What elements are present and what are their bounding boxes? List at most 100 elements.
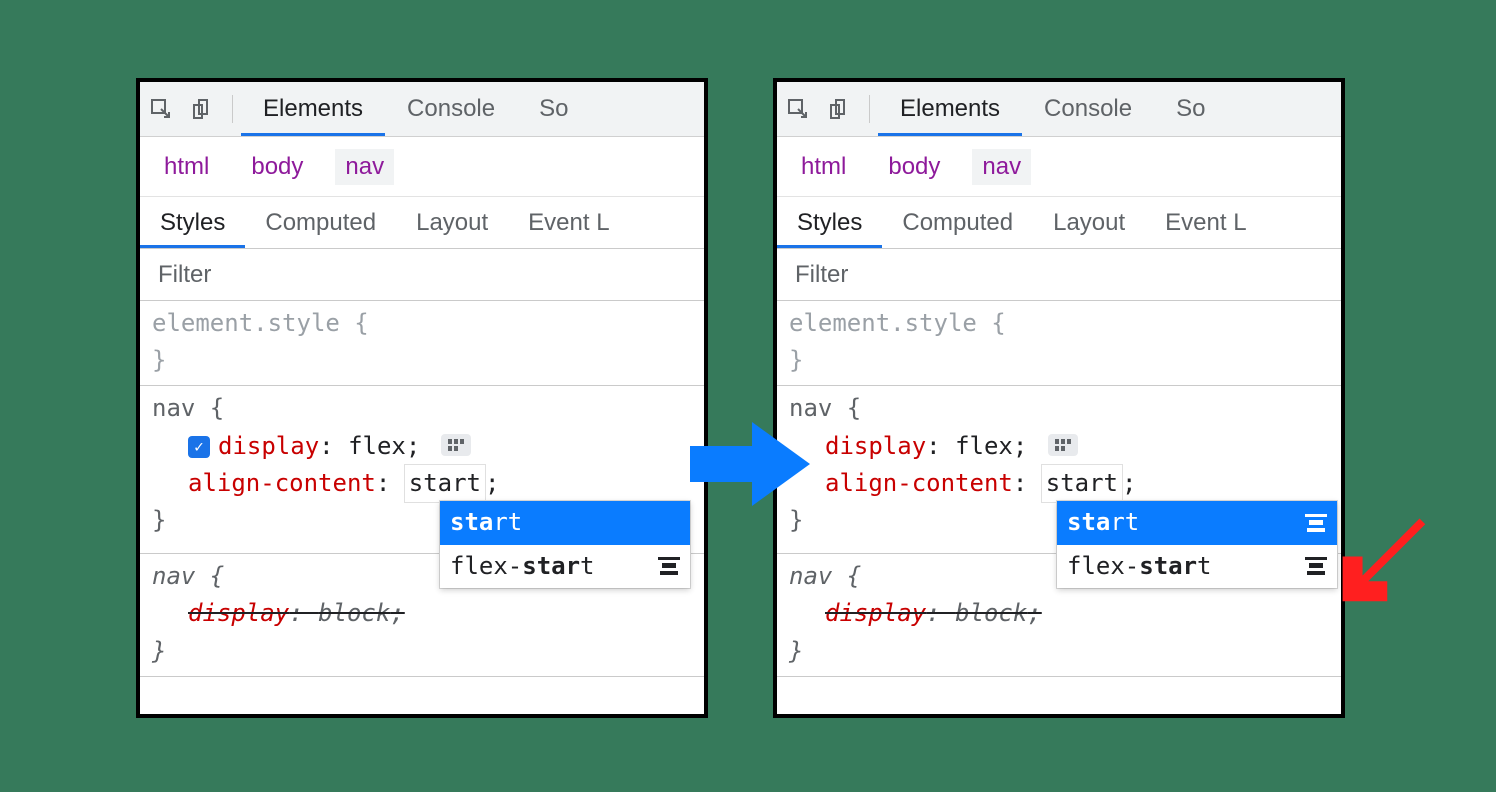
property-name: align-content [188, 469, 376, 497]
rule-nav[interactable]: nav { ✓display: flex; align-content: sta… [140, 386, 704, 554]
property-value: block [318, 599, 390, 627]
tab-label: Console [1044, 95, 1132, 123]
rule-close: } [152, 633, 692, 670]
declaration-display[interactable]: display: flex; [789, 428, 1329, 465]
styles-subtabs: Styles Computed Layout Event L [140, 197, 704, 249]
breadcrumb-item-body[interactable]: body [241, 149, 313, 185]
rule-element-style[interactable]: element.style { } [777, 301, 1341, 386]
declaration-align-content[interactable]: align-content: start; [789, 465, 1329, 502]
subtab-event-listeners[interactable]: Event L [1145, 197, 1266, 248]
autocomplete-option-flex-start[interactable]: flex-start [1057, 545, 1337, 588]
declaration-display-overridden: display: block; [152, 595, 692, 632]
option-text: flex-start [450, 548, 595, 585]
selector-text: nav { [152, 390, 692, 427]
property-value: flex [955, 432, 1013, 460]
transition-arrow-icon [690, 418, 810, 510]
property-value: flex [348, 432, 406, 460]
rule-close: } [789, 342, 1329, 379]
tab-console[interactable]: Console [385, 82, 517, 136]
device-toggle-icon[interactable] [819, 97, 861, 121]
flex-editor-icon[interactable] [441, 434, 471, 456]
filter-placeholder: Filter [795, 261, 848, 289]
devtools-toolbar: Elements Console So [140, 82, 704, 137]
tab-label: Console [407, 95, 495, 123]
autocomplete-option-flex-start[interactable]: flex-start [440, 545, 690, 588]
inspect-element-icon[interactable] [777, 97, 819, 121]
tab-elements[interactable]: Elements [241, 82, 385, 136]
rule-nav[interactable]: nav { display: flex; align-content: star… [777, 386, 1341, 554]
toolbar-divider [232, 95, 233, 123]
styles-subtabs: Styles Computed Layout Event L [777, 197, 1341, 249]
property-name: display [825, 432, 926, 460]
inspect-element-icon[interactable] [140, 97, 182, 121]
breadcrumb: html body nav [140, 137, 704, 197]
subtab-label: Event L [528, 209, 609, 237]
subtab-label: Event L [1165, 209, 1246, 237]
option-text: flex-start [1067, 548, 1212, 585]
tab-elements[interactable]: Elements [878, 82, 1022, 136]
callout-arrow-icon [1335, 510, 1430, 605]
autocomplete-dropdown: start flex-start [440, 501, 690, 587]
subtab-label: Computed [902, 209, 1013, 237]
flex-editor-icon[interactable] [1048, 434, 1078, 456]
align-start-icon [658, 557, 680, 575]
tab-label: So [1176, 95, 1205, 123]
subtab-label: Layout [416, 209, 488, 237]
selector-text: element.style { [789, 305, 1329, 342]
align-start-icon [1305, 557, 1327, 575]
option-text: start [1067, 504, 1139, 541]
declaration-display[interactable]: ✓display: flex; [152, 428, 692, 465]
devtools-toolbar: Elements Console So [777, 82, 1341, 137]
rule-close: } [789, 633, 1329, 670]
filter-input[interactable]: Filter [777, 249, 1341, 301]
toolbar-divider [869, 95, 870, 123]
autocomplete-dropdown: start flex-start [1057, 501, 1337, 587]
subtab-label: Computed [265, 209, 376, 237]
property-value-editing[interactable]: start [405, 465, 485, 502]
property-name: align-content [825, 469, 1013, 497]
declaration-display-overridden: display: block; [789, 595, 1329, 632]
subtab-styles[interactable]: Styles [140, 197, 245, 248]
subtab-computed[interactable]: Computed [245, 197, 396, 248]
property-name: display [218, 432, 319, 460]
subtab-event-listeners[interactable]: Event L [508, 197, 629, 248]
rule-close: } [152, 342, 692, 379]
device-toggle-icon[interactable] [182, 97, 224, 121]
filter-placeholder: Filter [158, 261, 211, 289]
breadcrumb-item-nav[interactable]: nav [335, 149, 394, 185]
property-value: block [955, 599, 1027, 627]
property-name: display [188, 599, 289, 627]
filter-input[interactable]: Filter [140, 249, 704, 301]
breadcrumb-item-nav[interactable]: nav [972, 149, 1031, 185]
rule-element-style[interactable]: element.style { } [140, 301, 704, 386]
property-toggle-checkbox[interactable]: ✓ [188, 436, 210, 458]
subtab-computed[interactable]: Computed [882, 197, 1033, 248]
breadcrumb-item-html[interactable]: html [791, 149, 856, 185]
subtab-layout[interactable]: Layout [1033, 197, 1145, 248]
subtab-label: Styles [797, 209, 862, 237]
subtab-layout[interactable]: Layout [396, 197, 508, 248]
breadcrumb-item-body[interactable]: body [878, 149, 950, 185]
autocomplete-option-start[interactable]: start [1057, 501, 1337, 544]
autocomplete-option-start[interactable]: start [440, 501, 690, 544]
subtab-label: Styles [160, 209, 225, 237]
option-text: start [450, 504, 522, 541]
property-value-editing[interactable]: start [1042, 465, 1122, 502]
selector-text: nav { [789, 390, 1329, 427]
property-name: display [825, 599, 926, 627]
declaration-align-content[interactable]: align-content: start; [152, 465, 692, 502]
tab-label: Elements [263, 95, 363, 123]
tab-sources[interactable]: So [1154, 82, 1227, 136]
tab-label: Elements [900, 95, 1000, 123]
tab-label: So [539, 95, 568, 123]
align-start-icon [1305, 514, 1327, 532]
devtools-panel-before: Elements Console So html body nav Styles… [136, 78, 708, 718]
selector-text: element.style { [152, 305, 692, 342]
devtools-panel-after: Elements Console So html body nav Styles… [773, 78, 1345, 718]
subtab-label: Layout [1053, 209, 1125, 237]
tab-sources[interactable]: So [517, 82, 590, 136]
tab-console[interactable]: Console [1022, 82, 1154, 136]
breadcrumb-item-html[interactable]: html [154, 149, 219, 185]
breadcrumb: html body nav [777, 137, 1341, 197]
subtab-styles[interactable]: Styles [777, 197, 882, 248]
